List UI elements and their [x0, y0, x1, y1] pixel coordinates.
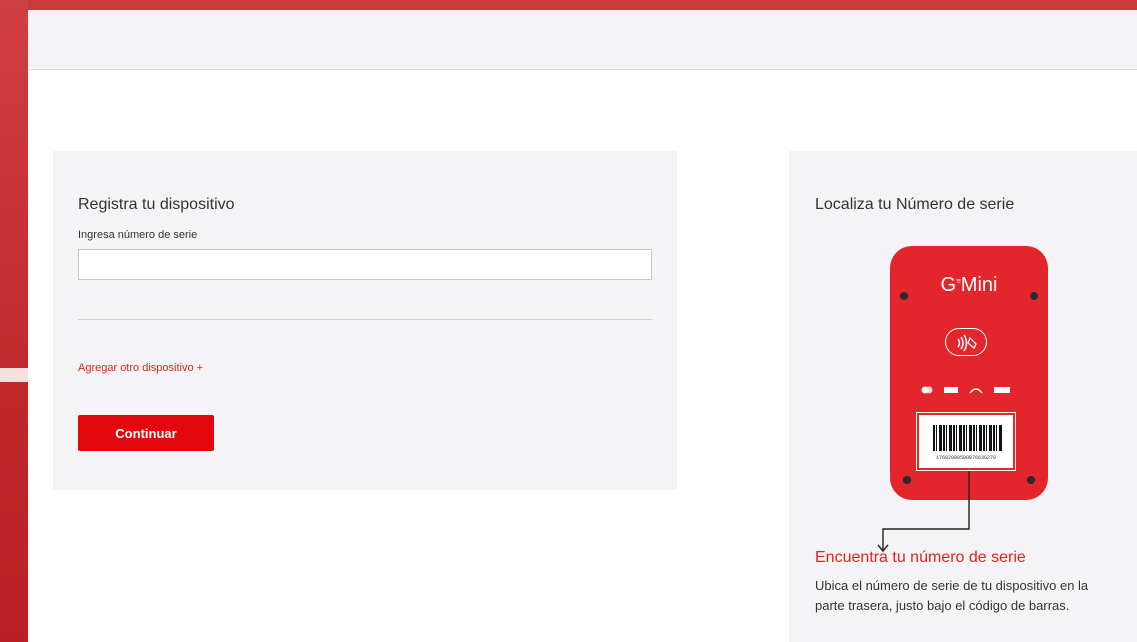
device-illustration: G≡Mini 17682000500B7663G279: [890, 246, 1048, 500]
barcode-label: 17682000500B7663G279: [916, 412, 1016, 471]
contactless-icon: [945, 328, 987, 356]
background-strip-marker: [0, 368, 28, 382]
pointer-arrow-icon: [877, 471, 970, 553]
card-brands-icon: [921, 386, 1010, 394]
continue-button[interactable]: Continuar: [78, 415, 214, 451]
screw-bottom-right: [1027, 476, 1035, 484]
locate-serial-card: Localiza tu Número de serie G≡Mini 17682…: [789, 151, 1137, 642]
find-serial-title: Encuentra tu número de serie: [815, 549, 1026, 566]
page-container: Registra tu dispositivo Ingresa número d…: [28, 10, 1137, 642]
serial-number-label: Ingresa número de serie: [78, 229, 198, 241]
locate-serial-title: Localiza tu Número de serie: [815, 196, 1015, 213]
device-model-name: Mini: [960, 274, 998, 296]
barcode-icon: [933, 425, 1003, 451]
device-brand-logo: G≡Mini: [890, 274, 1048, 297]
serial-number-input[interactable]: [78, 249, 652, 280]
register-title: Registra tu dispositivo: [78, 196, 235, 213]
register-device-card: Registra tu dispositivo Ingresa número d…: [53, 151, 677, 490]
background-left-strip: [0, 0, 28, 642]
find-serial-description: Ubica el número de serie de tu dispositi…: [815, 578, 1089, 613]
brand-letter: G: [940, 274, 957, 296]
add-another-device-link[interactable]: Agregar otro dispositivo +: [78, 362, 203, 374]
top-header-bar: [28, 10, 1137, 70]
barcode-number: 17682000500B7663G279: [935, 455, 996, 461]
form-divider: [78, 319, 652, 320]
